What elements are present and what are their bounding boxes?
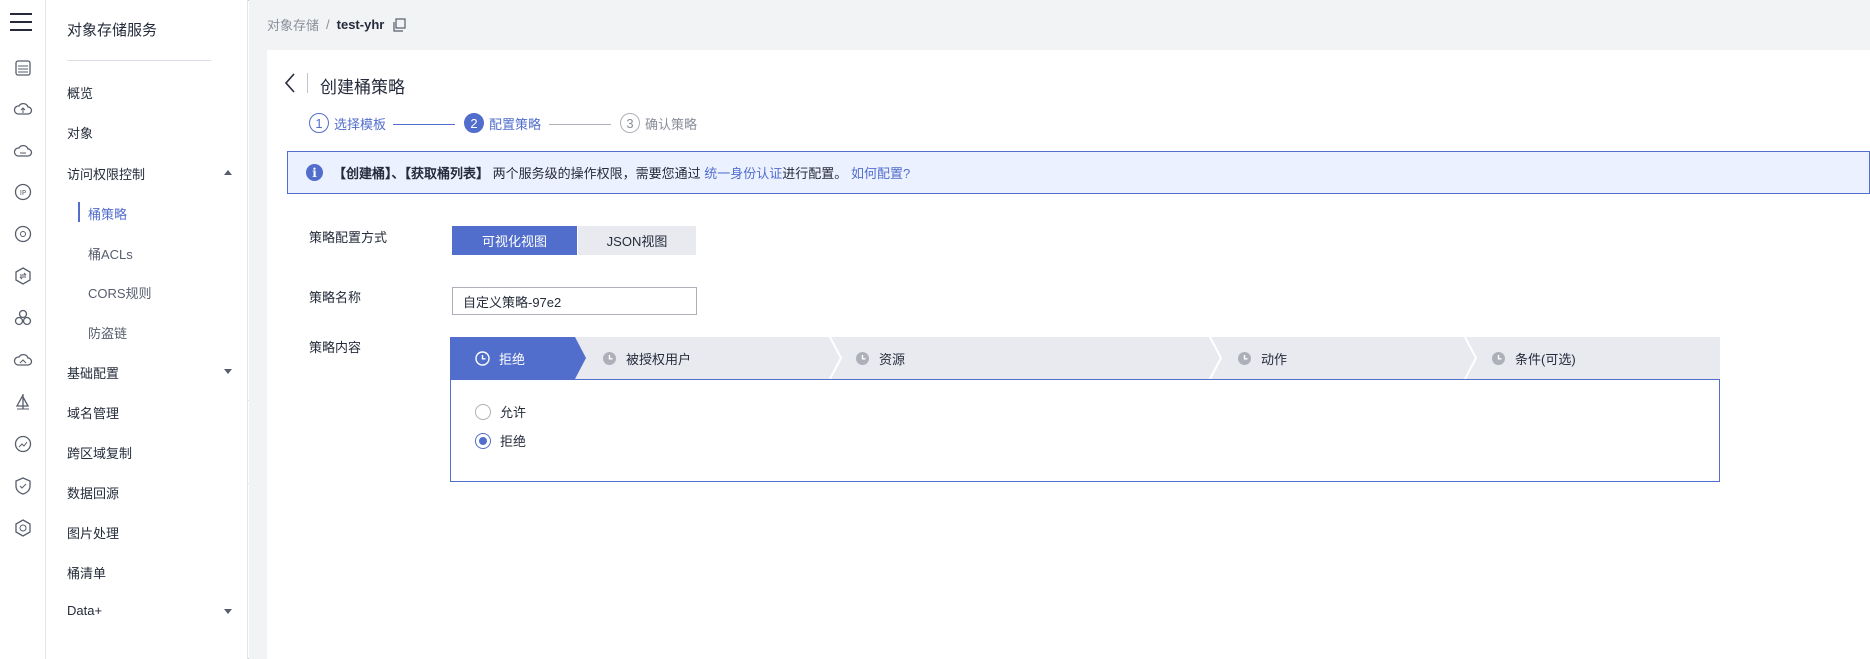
cloud-link-icon[interactable] — [12, 349, 34, 371]
sail-icon[interactable] — [12, 391, 34, 413]
json-view-tab[interactable]: JSON视图 — [578, 226, 696, 255]
clock-icon — [603, 351, 616, 365]
content-label: 策略内容 — [309, 340, 362, 355]
how-to-configure-link[interactable]: 如何配置? — [851, 166, 910, 181]
visual-view-tab[interactable]: 可视化视图 — [452, 226, 577, 255]
nav-item-data-plus[interactable]: Data+ — [67, 603, 102, 618]
clock-icon — [475, 350, 490, 366]
storage-icon[interactable] — [12, 57, 34, 79]
nav-item-overview[interactable]: 概览 — [67, 83, 93, 102]
banner-text: 【创建桶】、【获取桶列表】 两个服务级的操作权限，需要您通过 统一身份认证进行配… — [333, 163, 910, 182]
chevron-down-icon[interactable] — [224, 609, 232, 614]
shield-icon[interactable] — [12, 475, 34, 497]
breadcrumb-current: test-yhr — [336, 17, 385, 32]
iam-link[interactable]: 统一身份认证 — [704, 166, 782, 181]
step-label: 确认策略 — [645, 116, 698, 132]
policy-step-label: 被授权用户 — [626, 351, 692, 367]
nav-item-image-processing[interactable]: 图片处理 — [67, 523, 119, 542]
breadcrumb: 对象存储 / test-yhr — [267, 15, 406, 34]
nav-divider — [67, 60, 211, 61]
banner-text-2: 进行配置。 — [782, 166, 848, 181]
step-configure-policy: 2 配置策略 — [464, 113, 541, 133]
step-number: 3 — [620, 113, 640, 133]
nav-item-domain[interactable]: 域名管理 — [67, 403, 119, 422]
step-confirm-policy: 3 确认策略 — [620, 113, 697, 133]
nav-item-access-control[interactable]: 访问权限控制 — [67, 164, 145, 183]
nav-item-inventory[interactable]: 桶清单 — [67, 563, 106, 582]
policy-step-principal[interactable]: 被授权用户 — [602, 337, 691, 379]
deny-option[interactable]: 拒绝 — [475, 431, 526, 450]
banner-bold-text: 【创建桶】、【获取桶列表】 — [333, 166, 490, 181]
ip-icon[interactable]: IP — [12, 181, 34, 203]
chevron-down-icon[interactable] — [224, 369, 232, 374]
hexagon-icon[interactable] — [12, 517, 34, 539]
effect-panel: 允许 拒绝 — [450, 379, 1720, 482]
info-icon: i — [306, 164, 323, 181]
radio-label: 拒绝 — [500, 434, 527, 449]
trend-icon[interactable] — [12, 433, 34, 455]
policy-step-label: 拒绝 — [499, 351, 526, 367]
nav-item-cross-region[interactable]: 跨区域复制 — [67, 443, 132, 462]
breadcrumb-root[interactable]: 对象存储 — [267, 15, 319, 34]
menu-icon[interactable] — [8, 10, 36, 34]
policy-step-resource[interactable]: 资源 — [855, 337, 905, 379]
clock-icon — [1238, 351, 1251, 365]
title-divider — [307, 73, 308, 93]
nav-item-objects[interactable]: 对象 — [67, 123, 93, 142]
allow-option[interactable]: 允许 — [475, 402, 526, 421]
deny-radio[interactable] — [475, 432, 491, 449]
breadcrumb-separator: / — [326, 17, 330, 32]
nav-item-cors[interactable]: CORS规则 — [88, 283, 152, 302]
step-connector — [549, 124, 611, 125]
radio-label: 允许 — [500, 405, 527, 420]
back-arrow-icon[interactable] — [283, 72, 297, 94]
icon-rail: IP — [0, 0, 46, 659]
nav-item-back-to-source[interactable]: 数据回源 — [67, 483, 119, 502]
step-label: 选择模板 — [334, 116, 387, 132]
banner-text-1: 两个服务级的操作权限，需要您通过 — [492, 166, 701, 181]
svg-text:IP: IP — [20, 189, 26, 197]
policy-steps-bar: 拒绝 被授权用户 资源 动作 条件(可选) — [450, 337, 1720, 379]
nav-item-bucket-acls[interactable]: 桶ACLs — [88, 244, 133, 263]
nav-title: 对象存储服务 — [67, 22, 158, 39]
chevron-up-icon[interactable] — [224, 170, 232, 175]
cluster-icon[interactable] — [12, 307, 34, 329]
allow-radio[interactable] — [475, 403, 491, 420]
policy-step-condition[interactable]: 条件(可选) — [1491, 337, 1576, 379]
active-indicator — [78, 202, 80, 222]
exchange-icon[interactable] — [12, 265, 34, 287]
mode-label: 策略配置方式 — [309, 230, 388, 245]
clock-icon — [856, 351, 869, 365]
policy-name-input[interactable] — [452, 287, 697, 315]
info-banner: i 【创建桶】、【获取桶列表】 两个服务级的操作权限，需要您通过 统一身份认证进… — [287, 151, 1870, 194]
clock-icon — [1492, 351, 1505, 365]
nav-item-hotlink[interactable]: 防盗链 — [88, 323, 127, 342]
policy-step-label: 条件(可选) — [1515, 351, 1576, 367]
step-number: 2 — [464, 113, 484, 133]
step-label: 配置策略 — [489, 116, 542, 132]
copy-icon[interactable] — [392, 17, 406, 32]
cloud-upload-icon[interactable] — [12, 98, 34, 120]
policy-step-effect[interactable]: 拒绝 — [475, 337, 525, 379]
service-nav: 对象存储服务 概览 对象 访问权限控制 桶策略 桶ACLs CORS规则 防盗链… — [46, 0, 248, 659]
cloud-icon[interactable] — [12, 140, 34, 162]
policy-step-label: 动作 — [1261, 351, 1288, 367]
name-label: 策略名称 — [309, 290, 362, 305]
page-title: 创建桶策略 — [320, 78, 405, 97]
step-select-template: 1 选择模板 — [309, 113, 386, 133]
step-number: 1 — [309, 113, 329, 133]
policy-step-label: 资源 — [879, 351, 906, 367]
step-connector — [393, 124, 455, 125]
policy-step-action[interactable]: 动作 — [1237, 337, 1287, 379]
eye-icon[interactable] — [12, 223, 34, 245]
nav-item-basic-config[interactable]: 基础配置 — [67, 363, 119, 382]
nav-item-bucket-policy[interactable]: 桶策略 — [88, 204, 127, 223]
